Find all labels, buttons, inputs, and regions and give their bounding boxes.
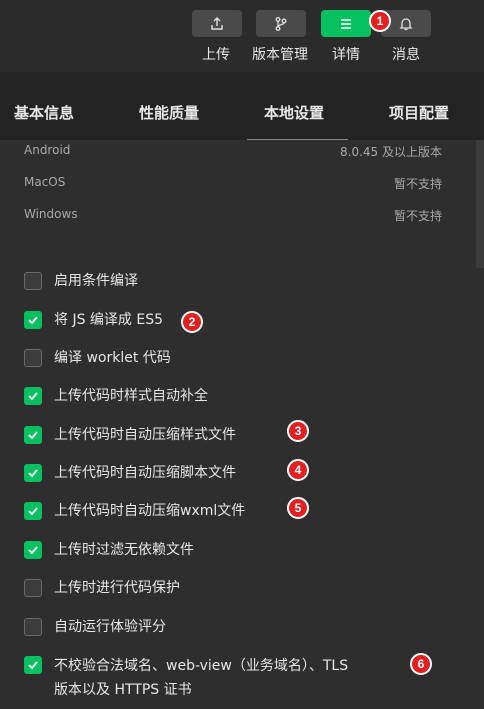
- option-label: 上传代码时自动压缩样式文件: [54, 427, 236, 443]
- check-icon: [28, 546, 38, 555]
- tab-local-settings[interactable]: 本地设置: [264, 102, 324, 123]
- messages-label: 消息: [392, 47, 420, 63]
- option-label-line1: 不校验合法域名、web-view（业务域名）、TLS: [54, 658, 349, 674]
- option-label: 将 JS 编译成 ES5: [54, 312, 164, 328]
- annotation-badge-1: 1: [369, 10, 391, 32]
- option-label-line2: 版本以及 HTTPS 证书: [54, 682, 192, 698]
- option-label: 启用条件编译: [54, 273, 138, 289]
- platform-android-value: 8.0.45 及以上版本: [340, 145, 442, 159]
- check-icon: [28, 316, 38, 325]
- option-label: 编译 worklet 代码: [54, 350, 171, 366]
- option-minify-styles[interactable]: 上传代码时自动压缩样式文件: [24, 426, 236, 446]
- platform-windows-value: 暂不支持: [393, 209, 442, 223]
- option-conditional-compile[interactable]: 启用条件编译: [24, 272, 138, 292]
- upload-button[interactable]: [192, 10, 242, 37]
- checkbox[interactable]: [24, 426, 42, 444]
- checkbox[interactable]: [24, 311, 42, 329]
- option-label: 上传代码时自动压缩脚本文件: [54, 465, 236, 481]
- option-label: 上传代码时样式自动补全: [54, 388, 208, 404]
- checkbox[interactable]: [24, 349, 42, 367]
- tab-project-config[interactable]: 项目配置: [389, 102, 449, 123]
- checkbox[interactable]: [24, 618, 42, 636]
- option-auto-audit[interactable]: 自动运行体验评分: [24, 618, 166, 638]
- checkbox[interactable]: [24, 541, 42, 559]
- annotation-badge-4: 4: [287, 459, 309, 481]
- option-filter-unused-files[interactable]: 上传时过滤无依赖文件: [24, 541, 194, 561]
- toolbar: 上传 版本管理 详情 消息 1: [0, 0, 484, 72]
- option-compile-worklet[interactable]: 编译 worklet 代码: [24, 349, 171, 369]
- option-style-autoprefix[interactable]: 上传代码时样式自动补全: [24, 387, 208, 407]
- checkbox[interactable]: [24, 387, 42, 405]
- upload-label: 上传: [202, 47, 230, 63]
- platform-android-name: Android: [24, 143, 71, 157]
- check-icon: [28, 661, 38, 670]
- option-label: 上传时进行代码保护: [54, 580, 180, 596]
- checkbox[interactable]: [24, 272, 42, 290]
- checkbox[interactable]: [24, 656, 42, 674]
- option-js-to-es5[interactable]: 将 JS 编译成 ES5: [24, 311, 163, 331]
- annotation-badge-2: 2: [181, 311, 203, 333]
- option-skip-domain-check[interactable]: 不校验合法域名、web-view（业务域名）、TLS 版本以及 HTTPS 证书: [24, 656, 348, 702]
- scrollbar[interactable]: [476, 140, 484, 268]
- version-management-label: 版本管理: [252, 47, 308, 63]
- check-icon: [28, 507, 38, 516]
- platform-macos-value: 暂不支持: [393, 177, 442, 191]
- checkbox[interactable]: [24, 464, 42, 482]
- option-code-protection[interactable]: 上传时进行代码保护: [24, 579, 180, 599]
- option-label: 上传时过滤无依赖文件: [54, 542, 194, 558]
- option-label: 自动运行体验评分: [54, 619, 166, 635]
- bell-icon: [399, 17, 413, 30]
- annotation-badge-6: 6: [410, 653, 432, 675]
- checkbox[interactable]: [24, 502, 42, 520]
- option-label: 不校验合法域名、web-view（业务域名）、TLS 版本以及 HTTPS 证书: [54, 654, 348, 702]
- tab-basic-info[interactable]: 基本信息: [14, 102, 74, 123]
- platform-windows-name: Windows: [24, 207, 78, 221]
- tab-performance-quality[interactable]: 性能质量: [139, 102, 199, 123]
- option-minify-scripts[interactable]: 上传代码时自动压缩脚本文件: [24, 464, 236, 484]
- upload-icon: [211, 16, 223, 30]
- option-minify-wxml[interactable]: 上传代码时自动压缩wxml文件: [24, 502, 245, 522]
- tab-bar: 基本信息 性能质量 本地设置 项目配置: [0, 72, 484, 140]
- menu-icon: [341, 18, 351, 29]
- annotation-badge-5: 5: [287, 497, 309, 519]
- details-button[interactable]: [321, 10, 371, 37]
- version-management-button[interactable]: [256, 10, 306, 37]
- check-icon: [28, 392, 38, 401]
- platform-macos-name: MacOS: [24, 175, 66, 189]
- annotation-badge-3: 3: [287, 420, 309, 442]
- branch-icon: [275, 16, 287, 31]
- check-icon: [28, 469, 38, 478]
- selected-tab-indicator: [247, 139, 348, 140]
- option-label: 上传代码时自动压缩wxml文件: [54, 503, 246, 519]
- check-icon: [28, 431, 38, 440]
- checkbox[interactable]: [24, 579, 42, 597]
